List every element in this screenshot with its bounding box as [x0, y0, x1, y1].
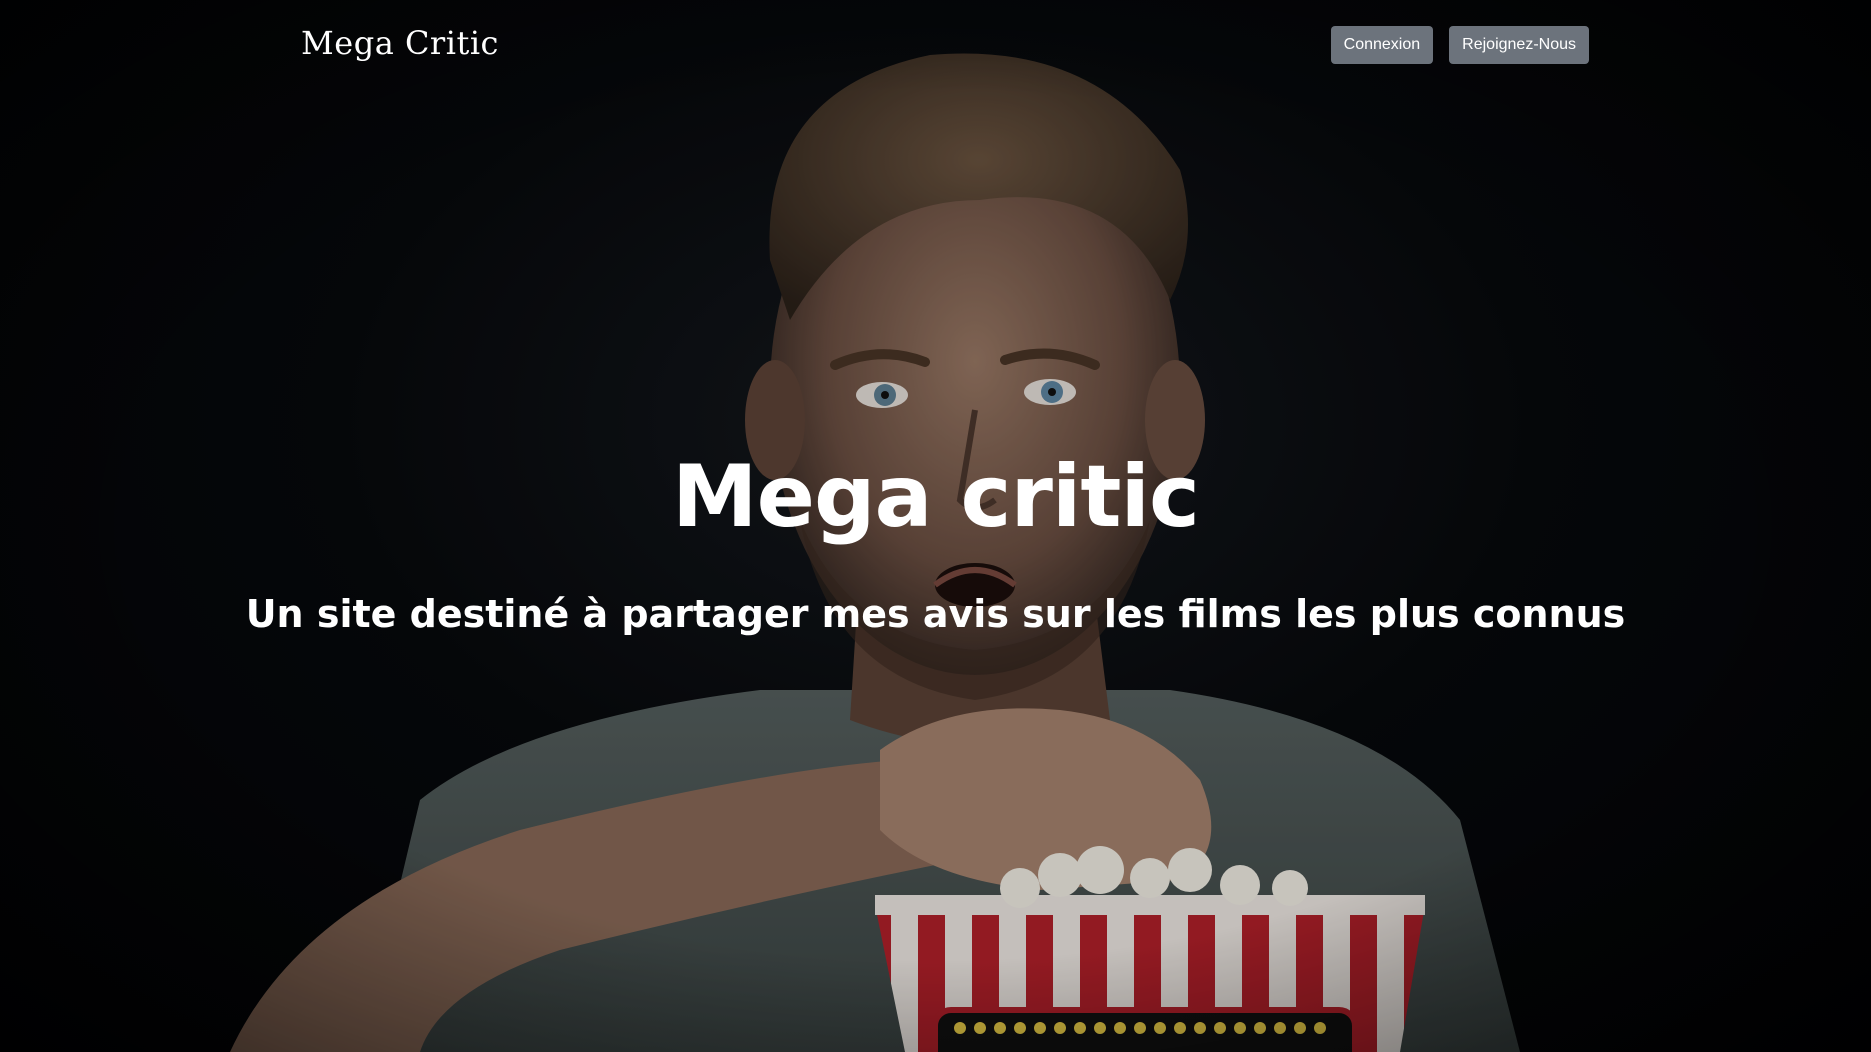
- signup-button[interactable]: Rejoignez-Nous: [1449, 26, 1589, 64]
- hero-subtitle: Un site destiné à partager mes avis sur …: [245, 592, 1626, 636]
- login-button[interactable]: Connexion: [1330, 26, 1434, 64]
- brand-logo[interactable]: Mega Critic: [301, 24, 499, 62]
- navbar: Mega Critic Connexion Rejoignez-Nous: [0, 0, 1871, 90]
- hero-section: Mega Critic Connexion Rejoignez-Nous Meg…: [0, 0, 1871, 1052]
- nav-actions: Connexion Rejoignez-Nous: [1330, 26, 1589, 64]
- hero-title: Mega critic: [672, 447, 1200, 547]
